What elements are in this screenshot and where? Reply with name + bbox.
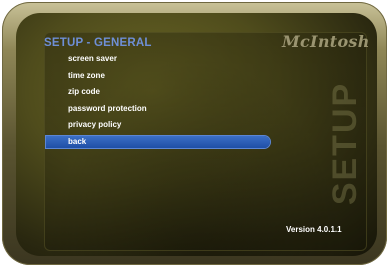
version-label: Version 4.0.1.1 — [286, 225, 342, 234]
menu-item-password-protection[interactable]: password protection — [46, 101, 270, 118]
menu-title: SETUP - GENERAL — [44, 37, 152, 49]
menu-item-time-zone[interactable]: time zone — [46, 68, 270, 85]
setup-watermark: SETUP — [320, 78, 372, 208]
menu-item-privacy-policy[interactable]: privacy policy — [46, 117, 270, 134]
setup-watermark-text: SETUP — [326, 81, 365, 205]
mcintosh-logo: McIntosh — [282, 32, 370, 51]
menu-item-zip-code[interactable]: zip code — [46, 84, 270, 101]
menu-item-screen-saver[interactable]: screen saver — [46, 51, 270, 68]
menu-item-back[interactable]: back — [46, 135, 270, 148]
menu-list: screen saver time zone zip code password… — [46, 51, 270, 148]
